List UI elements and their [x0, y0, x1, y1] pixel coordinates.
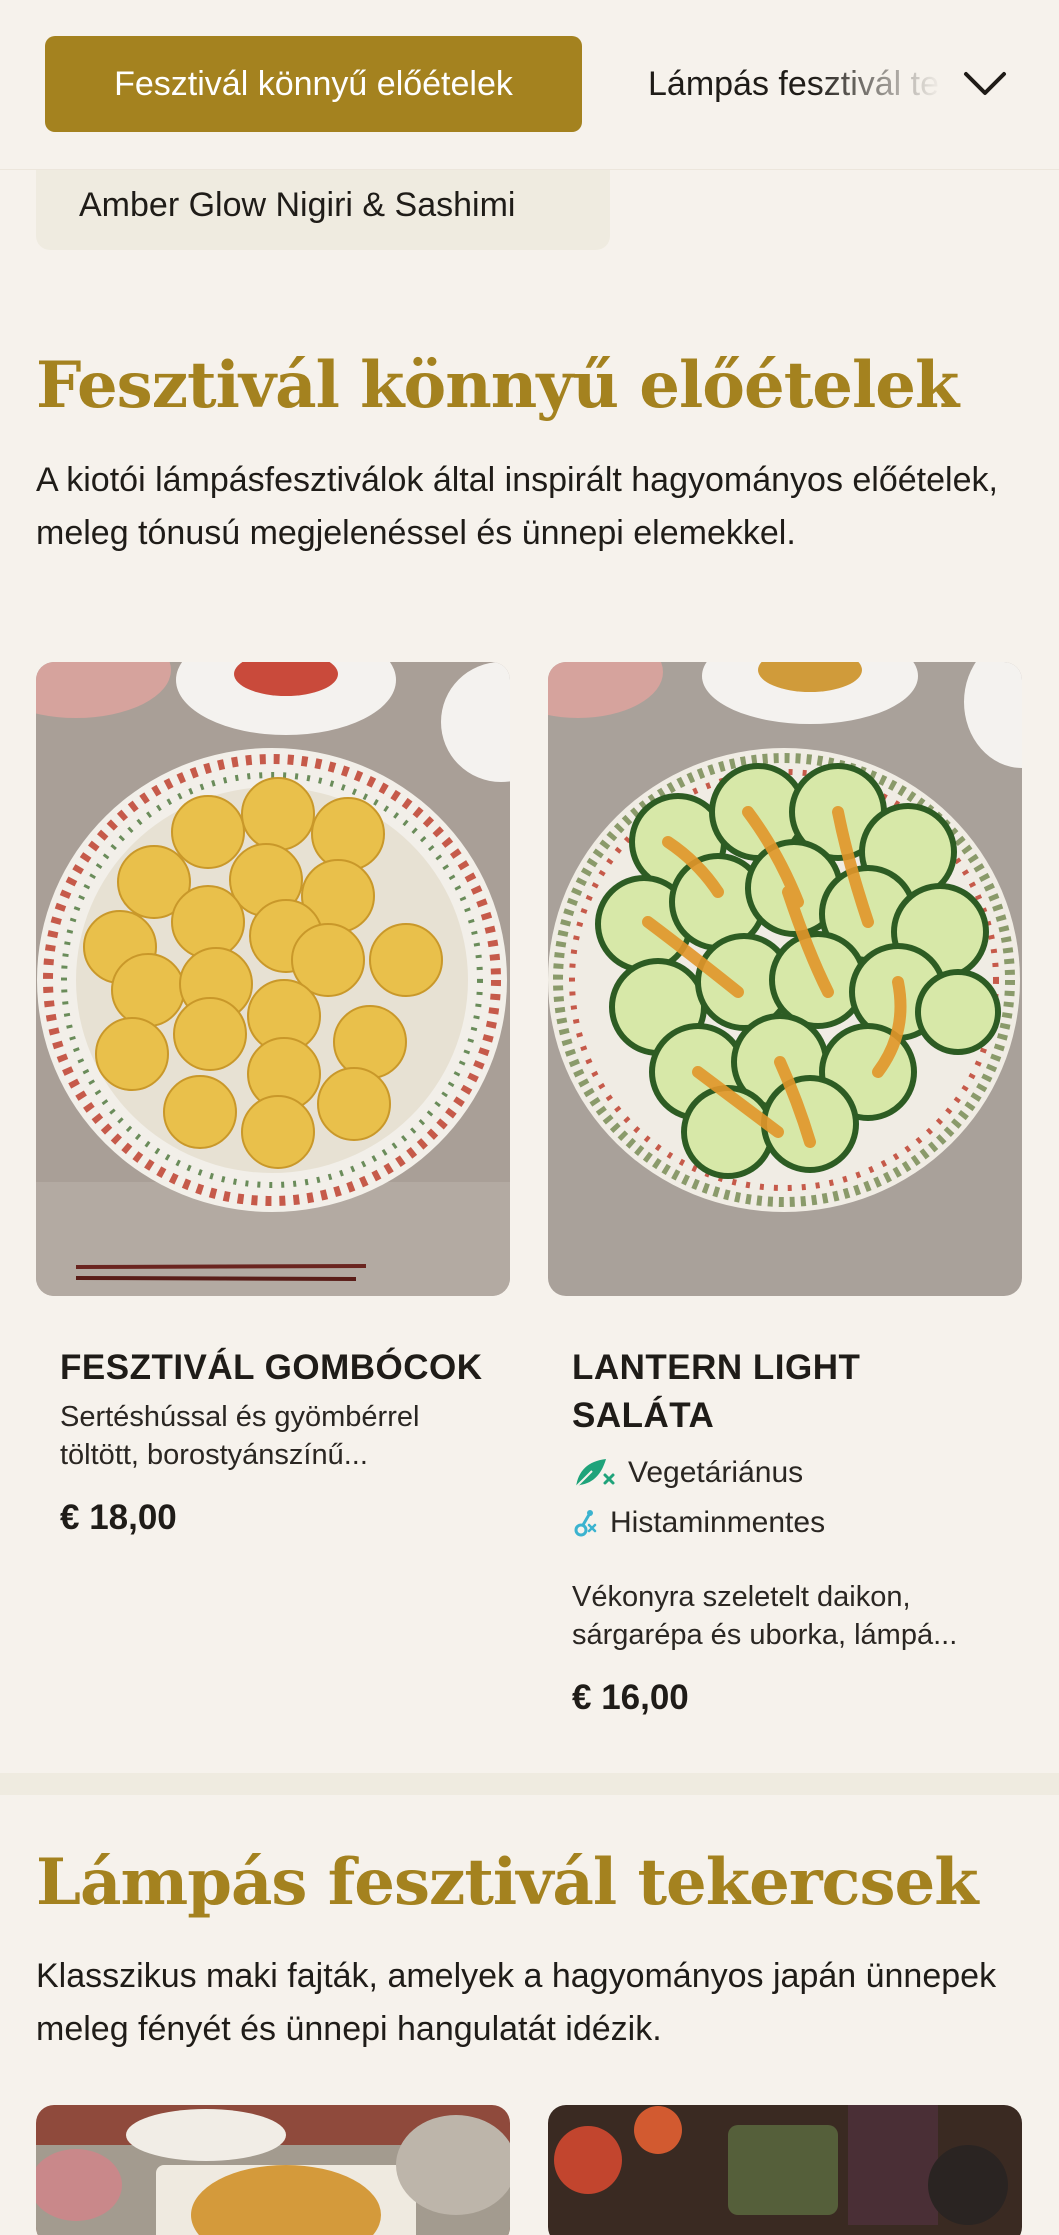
item-name[interactable]: LANTERN LIGHT SALÁTA	[572, 1344, 992, 1440]
category-nav: Fesztivál könnyű előételek Lámpás feszti…	[0, 0, 1059, 170]
tag-label: Vegetáriánus	[628, 1456, 804, 1489]
roll-photo	[548, 2105, 1022, 2235]
dumplings-photo	[36, 662, 510, 1296]
roll-photo	[36, 2105, 510, 2235]
roll-image[interactable]	[36, 2105, 510, 2235]
category-dropdown-button[interactable]	[955, 54, 1015, 114]
subcategory-pill[interactable]: Amber Glow Nigiri & Sashimi	[36, 160, 610, 250]
section-divider	[0, 1773, 1059, 1795]
section-title: Lámpás fesztivál tekercsek	[36, 1845, 979, 1920]
tag-label: Histaminmentes	[610, 1506, 826, 1539]
dumplings-image[interactable]	[36, 662, 510, 1296]
item-description: Vékonyra szeletelt daikon, sárgarépa és …	[572, 1581, 958, 1651]
section-title: Fesztivál könnyű előételek	[36, 348, 959, 423]
item-price: € 16,00	[572, 1678, 689, 1717]
tab-lantern-rolls[interactable]: Lámpás fesztivál tekercsek	[648, 36, 948, 132]
salad-photo	[548, 662, 1022, 1296]
item-price: € 18,00	[60, 1498, 177, 1537]
roll-image[interactable]	[548, 2105, 1022, 2235]
leaf-icon	[575, 1459, 615, 1488]
tag-histamine-free: Histaminmentes	[572, 1506, 825, 1540]
section-description: A kiotói lámpásfesztiválok által inspirá…	[36, 461, 998, 552]
chevron-down-icon	[964, 72, 1006, 95]
salad-image[interactable]	[548, 662, 1022, 1296]
item-name[interactable]: FESZTIVÁL GOMBÓCOK	[60, 1344, 500, 1392]
histamine-free-icon	[574, 1510, 597, 1537]
section-description: Klasszikus maki fajták, amelyek a hagyom…	[36, 1957, 997, 2048]
tag-vegetarian: Vegetáriánus	[572, 1455, 803, 1491]
tab-festival-appetizers[interactable]: Fesztivál könnyű előételek	[45, 36, 582, 132]
item-description: Sertéshússal és gyömbérrel töltött, boro…	[60, 1401, 420, 1471]
